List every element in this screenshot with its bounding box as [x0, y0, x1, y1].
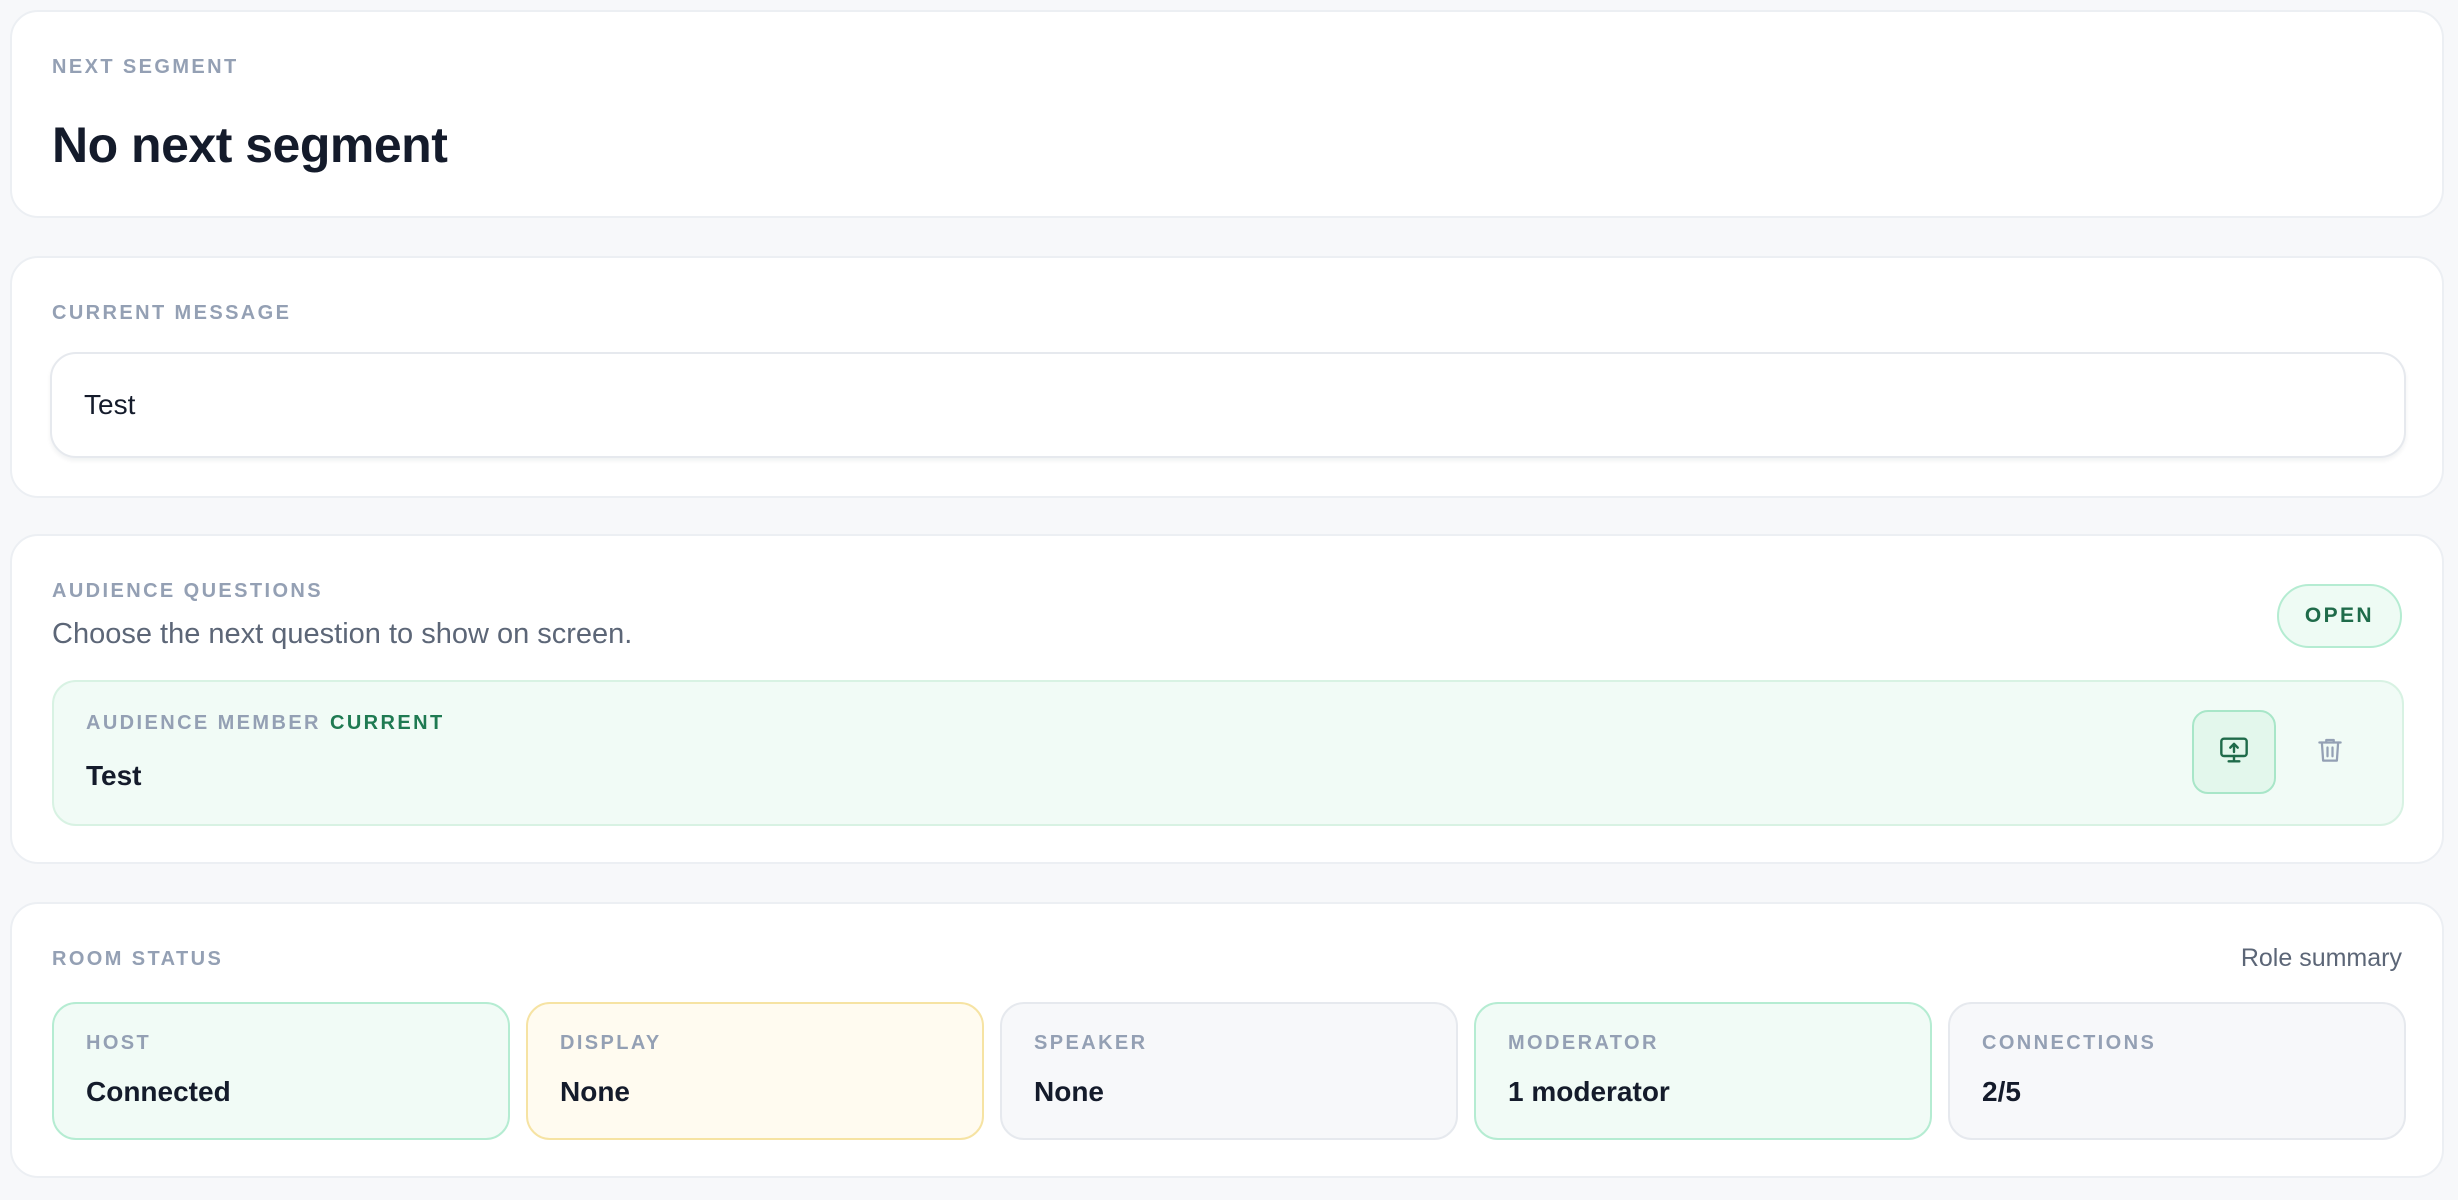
- tile-value: None: [560, 1076, 630, 1107]
- audience-questions-subtitle: Choose the next question to show on scre…: [52, 618, 633, 650]
- show-on-screen-button[interactable]: [2192, 710, 2276, 794]
- tile-label: MODERATOR: [1508, 1032, 1659, 1054]
- status-tile-host: HOST Connected: [52, 1002, 510, 1140]
- question-current-tag: CURRENT: [330, 712, 445, 734]
- tile-label: CONNECTIONS: [1982, 1032, 2157, 1054]
- tile-value: Connected: [86, 1076, 231, 1107]
- current-message-card: CURRENT MESSAGE: [10, 256, 2444, 498]
- tile-value: None: [1034, 1076, 1104, 1107]
- tile-label: DISPLAY: [560, 1032, 662, 1054]
- tile-value: 2/5: [1982, 1076, 2021, 1107]
- audience-questions-label: AUDIENCE QUESTIONS: [52, 580, 324, 602]
- current-message-input[interactable]: [50, 352, 2406, 458]
- control-page: NEXT SEGMENT No next segment CURRENT MES…: [0, 0, 2458, 1200]
- question-author: AUDIENCE MEMBER: [86, 712, 321, 734]
- trash-icon: [2315, 735, 2345, 770]
- status-tile-connections: CONNECTIONS 2/5: [1948, 1002, 2406, 1140]
- monitor-upload-icon: [2218, 734, 2250, 771]
- tile-label: HOST: [86, 1032, 152, 1054]
- next-segment-title: No next segment: [52, 117, 448, 173]
- question-item[interactable]: AUDIENCE MEMBER CURRENT Test: [52, 680, 2404, 826]
- current-message-label: CURRENT MESSAGE: [52, 302, 292, 324]
- question-text: Test: [86, 760, 142, 791]
- tile-label: SPEAKER: [1034, 1032, 1148, 1054]
- tile-value: 1 moderator: [1508, 1076, 1670, 1107]
- delete-question-button[interactable]: [2288, 710, 2372, 794]
- role-summary-link[interactable]: Role summary: [2241, 944, 2402, 973]
- status-tile-speaker: SPEAKER None: [1000, 1002, 1458, 1140]
- next-segment-card: NEXT SEGMENT No next segment: [10, 10, 2444, 218]
- next-segment-label: NEXT SEGMENT: [52, 56, 239, 78]
- audience-questions-card: AUDIENCE QUESTIONS Choose the next quest…: [10, 534, 2444, 864]
- room-status-label: ROOM STATUS: [52, 948, 224, 970]
- status-tile-moderator: MODERATOR 1 moderator: [1474, 1002, 1932, 1140]
- status-tile-display: DISPLAY None: [526, 1002, 984, 1140]
- room-status-card: ROOM STATUS Role summary HOST Connected …: [10, 902, 2444, 1178]
- questions-open-badge[interactable]: OPEN: [2276, 584, 2402, 648]
